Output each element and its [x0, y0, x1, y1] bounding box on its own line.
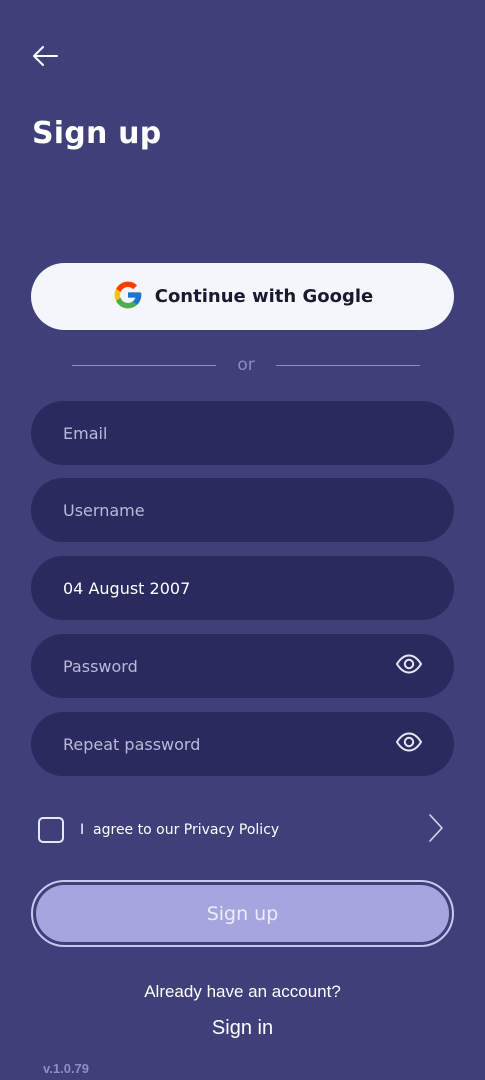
page-title: Sign up	[32, 116, 162, 151]
privacy-policy-checkbox[interactable]	[38, 817, 64, 843]
repeat-password-input[interactable]	[63, 734, 394, 754]
repeat-password-visibility-toggle[interactable]	[394, 732, 424, 756]
privacy-policy-open-button[interactable]	[424, 814, 448, 846]
or-divider: or	[72, 353, 421, 377]
username-input[interactable]	[63, 500, 424, 520]
google-logo-icon	[112, 279, 144, 315]
password-field[interactable]	[31, 634, 454, 698]
privacy-policy-label[interactable]: I agree to our Privacy Policy	[80, 822, 424, 838]
sign-up-label: Sign up	[36, 885, 449, 942]
sign-up-button[interactable]: Sign up	[31, 880, 454, 947]
privacy-policy-row: I agree to our Privacy Policy	[38, 814, 448, 846]
divider-text: or	[237, 355, 255, 375]
sign-in-link[interactable]: Sign in	[0, 1017, 485, 1040]
password-visibility-toggle[interactable]	[394, 654, 424, 678]
eye-icon	[395, 654, 423, 678]
divider-line-left	[72, 364, 217, 366]
divider-line-right	[275, 364, 421, 366]
email-input[interactable]	[63, 423, 424, 443]
birthdate-field[interactable]	[31, 556, 454, 620]
already-have-account-text: Already have an account?	[144, 982, 341, 1001]
eye-icon	[395, 732, 423, 756]
continue-with-google-button[interactable]: Continue with Google	[31, 263, 454, 330]
chevron-right-icon	[428, 813, 444, 847]
password-input[interactable]	[63, 656, 394, 676]
email-field[interactable]	[31, 401, 454, 465]
birthdate-input[interactable]	[63, 578, 424, 598]
username-field[interactable]	[31, 478, 454, 542]
app-version: v.1.0.79	[43, 1061, 90, 1076]
arrow-left-icon	[31, 45, 59, 71]
continue-with-google-label: Continue with Google	[154, 286, 374, 307]
back-button[interactable]	[28, 42, 62, 74]
repeat-password-field[interactable]	[31, 712, 454, 776]
